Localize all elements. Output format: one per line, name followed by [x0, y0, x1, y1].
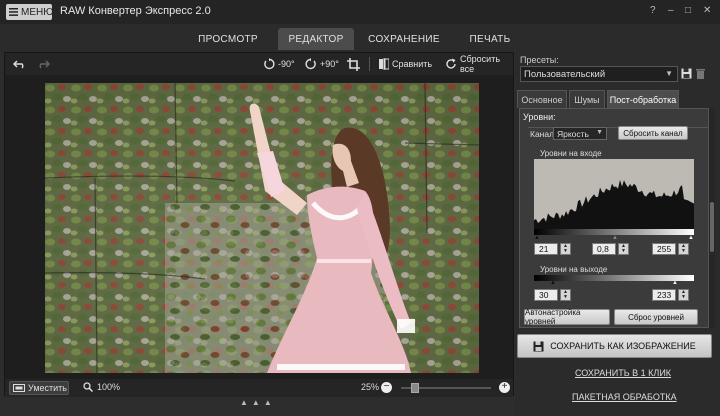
tab-editor[interactable]: РЕДАКТОР [278, 28, 354, 50]
hamburger-icon [9, 8, 18, 16]
tab-save[interactable]: СОХРАНЕНИЕ [366, 28, 442, 50]
input-white-field[interactable]: 255 [652, 243, 676, 255]
rotate-left-button[interactable]: -90° [263, 56, 295, 72]
presets-label: Пресеты: [520, 55, 559, 65]
close-button[interactable]: ✕ [703, 5, 711, 16]
levels-title: Уровни: [523, 112, 556, 122]
channel-select[interactable]: Яркость ▼ [553, 127, 607, 140]
app-window: МЕНЮ RAW Конвертер Экспресс 2.0 ? – □ ✕ … [0, 0, 720, 416]
zoom-magnifier-icon [83, 382, 93, 392]
undo-icon [13, 59, 26, 69]
actual-size-label: 100% [97, 382, 121, 392]
output-black-field[interactable]: 30 [534, 289, 558, 301]
input-gamma-spinner[interactable]: ▲ ▼ [618, 243, 629, 255]
reset-levels-button[interactable]: Сброс уровней [614, 309, 698, 325]
reset-all-label: Сбросить все [460, 54, 501, 74]
input-white-spinner[interactable]: ▲ ▼ [678, 243, 689, 255]
input-black-slider[interactable]: ▲ [534, 235, 540, 241]
reset-channel-button[interactable]: Сбросить канал [618, 126, 688, 140]
toolbar-divider [369, 57, 370, 71]
floppy-icon [533, 341, 544, 352]
filmstrip-toggle-icon[interactable]: ▲▲▲ [240, 398, 276, 407]
redo-icon [37, 59, 50, 69]
crop-button[interactable] [347, 56, 360, 72]
panel-scrollbar-thumb[interactable] [710, 202, 714, 252]
output-gradient [534, 275, 694, 281]
input-gamma-field[interactable]: 0,8 [592, 243, 616, 255]
save-one-click-link[interactable]: СОХРАНИТЬ В 1 КЛИК [575, 368, 671, 378]
help-button[interactable]: ? [650, 5, 656, 16]
rotate-left-label: -90° [278, 59, 295, 69]
preset-value: Пользовательский [524, 68, 606, 80]
save-preset-button[interactable] [681, 68, 692, 79]
save-as-image-label: СОХРАНИТЬ КАК ИЗОБРАЖЕНИЕ [550, 341, 696, 351]
output-white-spinner[interactable]: ▲ ▼ [678, 289, 689, 301]
zoom-slider-thumb[interactable] [410, 383, 419, 393]
compare-icon [379, 58, 389, 70]
photo-canvas[interactable] [45, 83, 479, 373]
tab-preview[interactable]: ПРОСМОТР [192, 28, 264, 50]
subtab-postprocessing[interactable]: Пост-обработка [607, 90, 679, 108]
output-black-slider[interactable]: ▲ [550, 280, 556, 286]
undo-button[interactable] [13, 56, 26, 72]
histogram [534, 159, 694, 229]
rotate-left-icon [263, 58, 275, 70]
main-tabs: ПРОСМОТР РЕДАКТОР СОХРАНЕНИЕ ПЕЧАТЬ [0, 24, 720, 52]
editor-bottombar: Уместить 100% 25% − + [5, 379, 513, 397]
output-black-spinner[interactable]: ▲ ▼ [560, 289, 571, 301]
delete-preset-button[interactable] [696, 68, 705, 79]
app-title: RAW Конвертер Экспресс 2.0 [60, 5, 211, 17]
fit-label: Уместить [28, 383, 67, 393]
zoom-in-button[interactable]: + [499, 382, 510, 393]
redo-button[interactable] [37, 56, 50, 72]
output-levels-label: Уровни на выходе [540, 265, 608, 274]
minimize-button[interactable]: – [668, 5, 674, 16]
input-white-slider[interactable]: ▲ [688, 235, 694, 241]
title-bar: МЕНЮ RAW Конвертер Экспресс 2.0 ? – □ ✕ [0, 0, 720, 24]
rotate-right-label: +90° [320, 59, 339, 69]
auto-levels-button[interactable]: Автонастройка уровней [524, 308, 610, 326]
batch-processing-link[interactable]: ПАКЕТНАЯ ОБРАБОТКА [572, 392, 677, 402]
chevron-down-icon: ▼ [596, 129, 603, 136]
tab-print[interactable]: ПЕЧАТЬ [462, 28, 518, 50]
reset-icon [445, 58, 457, 70]
levels-panel: Уровни: Канал Яркость ▼ Сбросить канал У… [519, 108, 709, 328]
reset-all-button[interactable]: Сбросить все [445, 54, 513, 74]
zoom-out-button[interactable]: − [381, 382, 392, 393]
crop-icon [347, 57, 360, 71]
input-gamma-slider[interactable]: ▲ [612, 235, 618, 241]
rotate-right-button[interactable]: +90° [305, 56, 339, 72]
trash-icon [696, 68, 705, 79]
zoom-slider-track[interactable] [401, 383, 491, 393]
save-as-image-button[interactable]: СОХРАНИТЬ КАК ИЗОБРАЖЕНИЕ [517, 334, 712, 358]
compare-button[interactable]: Сравнить [379, 56, 432, 72]
output-white-field[interactable]: 233 [652, 289, 676, 301]
subtab-noise[interactable]: Шумы [569, 90, 605, 108]
photo-image [45, 83, 479, 373]
compare-label: Сравнить [392, 59, 433, 69]
fit-button[interactable]: Уместить [9, 381, 69, 395]
input-black-spinner[interactable]: ▲ ▼ [560, 243, 571, 255]
subtab-basic[interactable]: Основное [517, 90, 567, 108]
editor-toolbar: -90° +90° Сравнить Сбросить все [5, 53, 513, 75]
channel-value: Яркость [557, 128, 589, 139]
maximize-button[interactable]: □ [685, 5, 691, 16]
input-levels-label: Уровни на входе [540, 149, 602, 158]
zoom-percent: 25% [361, 382, 380, 392]
channel-label: Канал [530, 129, 555, 139]
menu-label: МЕНЮ [21, 6, 54, 18]
floppy-icon [681, 68, 692, 79]
actual-size-button[interactable]: 100% [83, 382, 120, 392]
chevron-down-icon: ▼ [665, 69, 673, 78]
settings-panel: Пресеты: Пользовательский ▼ Основное Шум… [515, 52, 720, 416]
output-white-slider[interactable]: ▲ [672, 280, 678, 286]
menu-button[interactable]: МЕНЮ [6, 4, 54, 20]
rotate-right-icon [305, 58, 317, 70]
input-black-field[interactable]: 21 [534, 243, 558, 255]
preset-select[interactable]: Пользовательский ▼ [520, 66, 678, 82]
editor-area: -90° +90° Сравнить Сбросить все Уместить… [4, 52, 514, 397]
fit-icon [13, 384, 25, 392]
